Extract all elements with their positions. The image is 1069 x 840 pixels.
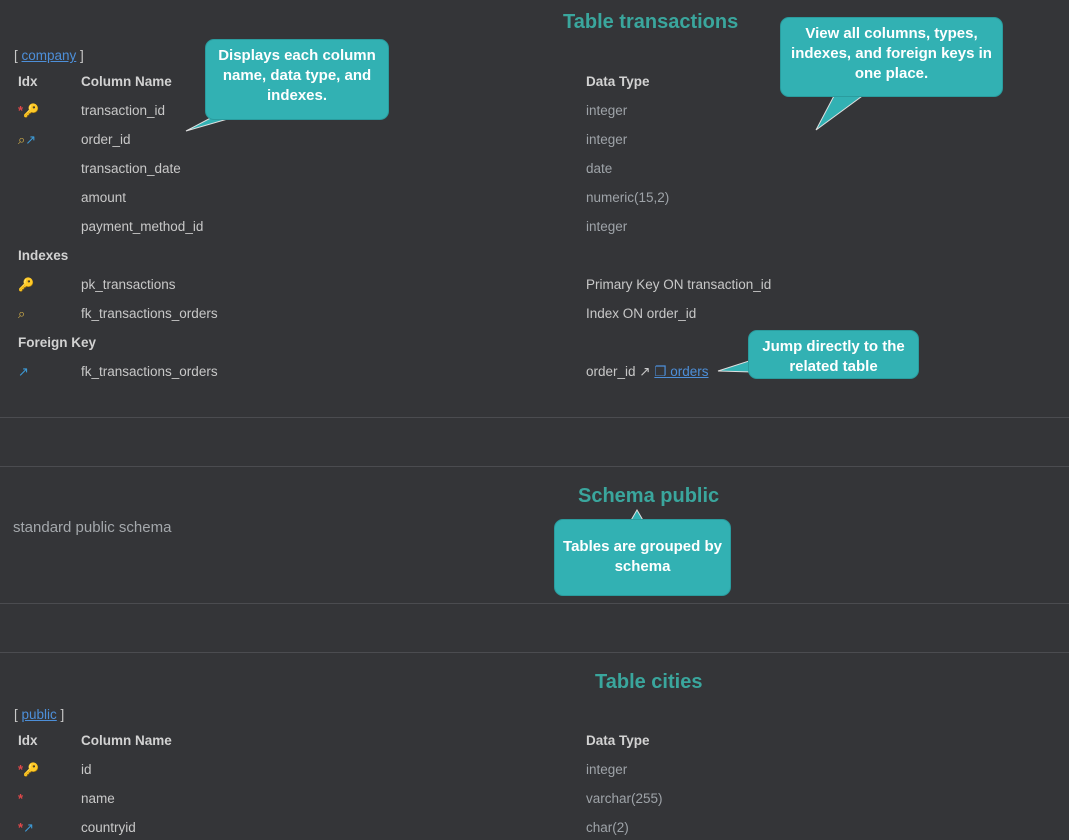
callout-jump: Jump directly to the related table xyxy=(748,330,919,379)
callout-pointer-overview xyxy=(815,93,867,131)
callout-columns: Displays each column name, data type, an… xyxy=(205,39,389,120)
callout-overview: View all columns, types, indexes, and fo… xyxy=(780,17,1003,97)
callout-pointers xyxy=(185,93,867,523)
callout-pointer-jump xyxy=(717,359,753,373)
callout-schema: Tables are grouped by schema xyxy=(554,519,731,596)
